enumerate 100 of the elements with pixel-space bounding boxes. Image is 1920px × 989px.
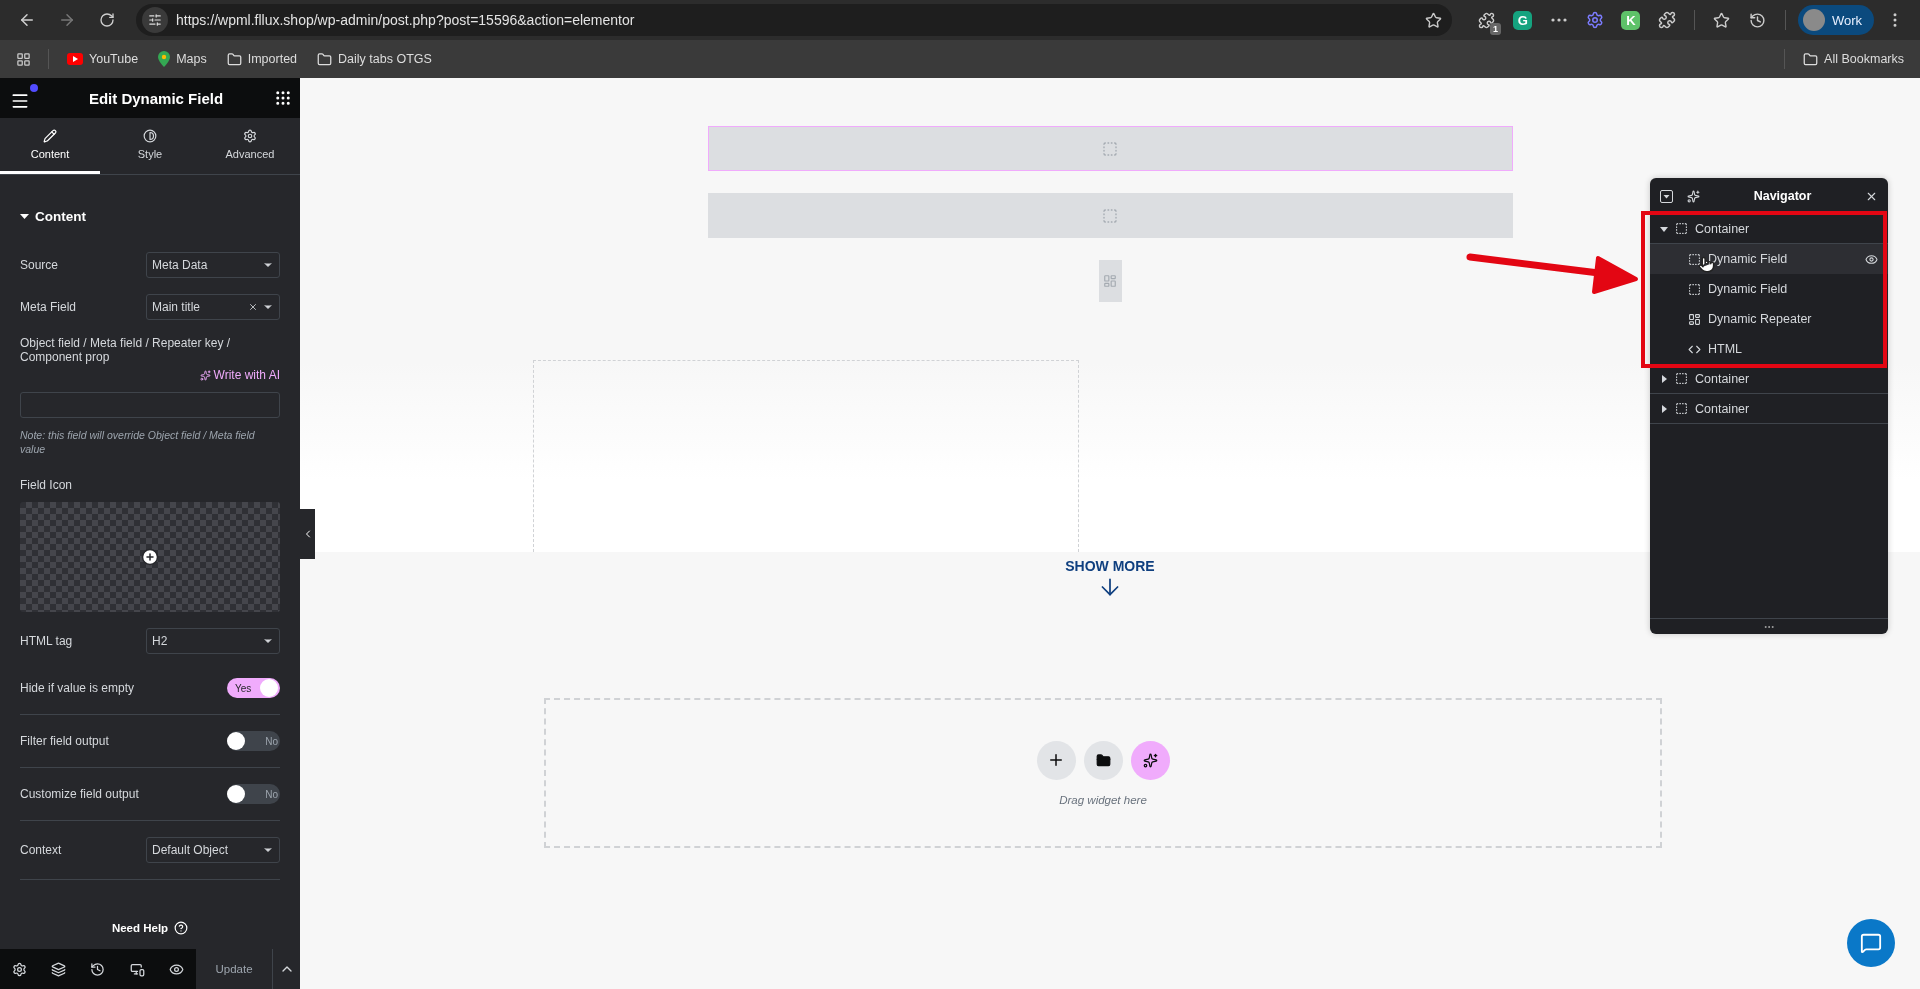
map-pin-icon	[158, 51, 171, 67]
caret-down-icon[interactable]	[1660, 224, 1668, 233]
widget-icon	[1102, 140, 1118, 157]
widgets-grid-icon[interactable]	[274, 89, 292, 107]
section-header[interactable]: Content	[20, 209, 280, 224]
navigator-item[interactable]: Container	[1650, 364, 1888, 394]
extension-logo: G	[1513, 10, 1533, 30]
toggle-switch[interactable]: No	[227, 731, 280, 752]
add-section-button[interactable]	[1036, 740, 1076, 780]
avatar	[1802, 9, 1825, 31]
field-label: Object field / Meta field / Repeater key / Component prop	[20, 336, 232, 364]
write-with-ai-link[interactable]: Write with AI	[199, 368, 280, 382]
gear-icon	[243, 129, 257, 143]
select-field[interactable]: Default Object	[146, 837, 280, 864]
gear-icon	[1585, 11, 1604, 29]
chat-button[interactable]	[1847, 919, 1895, 967]
template-library-button[interactable]	[1083, 740, 1123, 780]
extension-badge: 1	[1489, 23, 1501, 35]
dots-icon	[1550, 18, 1567, 22]
panel-tab[interactable]: Style	[100, 118, 200, 174]
extension-logo: K	[1621, 10, 1641, 30]
navigator-item[interactable]: Container	[1650, 394, 1888, 424]
apps-icon[interactable]	[15, 51, 31, 67]
need-help-link[interactable]: Need Help	[111, 921, 189, 935]
sparkle-icon	[1142, 752, 1158, 768]
reload-icon[interactable]	[99, 12, 115, 28]
panel-tab[interactable]: Content	[0, 118, 100, 174]
help-icon	[174, 921, 189, 935]
show-more-link[interactable]: SHOW MORE	[1065, 558, 1155, 574]
navigator-item[interactable]: Dynamic Repeater	[1650, 304, 1888, 334]
widget-icon	[1102, 207, 1118, 224]
star-icon[interactable]	[1424, 11, 1442, 29]
navigator-item-label: HTML	[1708, 342, 1744, 356]
folder-icon	[1803, 51, 1819, 67]
menu-icon	[10, 91, 30, 111]
drop-hint: Drag widget here	[1059, 793, 1147, 806]
container-icon	[1675, 402, 1688, 415]
bookmark[interactable]: YouTube	[59, 48, 147, 70]
bookmark[interactable]: Maps	[150, 47, 215, 71]
navigator-item-label: Container	[1695, 221, 1751, 236]
container-icon	[1675, 372, 1688, 385]
extension-button[interactable]: 1	[1471, 5, 1502, 35]
toggle-switch[interactable]: No	[227, 784, 280, 805]
bookmark[interactable]: Imported	[218, 47, 306, 71]
forward-icon[interactable]	[58, 11, 76, 29]
navigator-item[interactable]: Dynamic Field	[1650, 274, 1888, 304]
eye-icon[interactable]	[168, 961, 184, 977]
navigator-item[interactable]: HTML	[1650, 334, 1888, 364]
grid-icon	[1688, 312, 1701, 326]
sparkle-icon[interactable]	[1687, 189, 1700, 203]
navigator-title: Navigator	[1752, 189, 1813, 203]
navigator-item-label: Container	[1695, 371, 1751, 386]
widget-icon	[1688, 252, 1701, 266]
plus-icon	[1047, 751, 1065, 769]
sparkle-icon	[199, 369, 211, 381]
caret-right-icon[interactable]	[1660, 374, 1668, 383]
navigator-item-label: Dynamic Repeater	[1708, 312, 1813, 326]
add-icon	[141, 548, 159, 567]
address-bar[interactable]: https://wpml.fllux.shop/wp-admin/post.php?post=15596&action=elementor	[136, 4, 1452, 36]
widget-icon	[1688, 282, 1701, 296]
history-icon[interactable]	[90, 961, 106, 977]
panel-title: Edit Dynamic Field	[88, 89, 224, 107]
navigator-item[interactable]: Dynamic Field	[1650, 244, 1888, 274]
eye-icon[interactable]	[1865, 252, 1878, 266]
field-label: Source	[20, 258, 59, 272]
site-info-button[interactable]	[142, 7, 168, 33]
select-field[interactable]: Meta Data	[146, 252, 280, 278]
pencil-icon	[43, 129, 57, 143]
select-field[interactable]: Main title	[146, 294, 280, 320]
clear-icon[interactable]	[248, 302, 258, 312]
select-field[interactable]: H2	[146, 628, 280, 655]
collapse-icon[interactable]	[1660, 189, 1673, 203]
folder-icon	[317, 51, 333, 67]
navigator-item-label: Dynamic Field	[1708, 252, 1789, 266]
field-label: Context	[20, 843, 62, 858]
responsive-icon[interactable]	[129, 961, 145, 977]
field-label: Meta Field	[20, 300, 77, 314]
sliders-icon	[148, 13, 162, 27]
drop-area[interactable]: Drag widget here	[544, 698, 1662, 848]
caret-right-icon[interactable]	[1660, 404, 1668, 413]
navigator-item-label: Container	[1695, 401, 1751, 416]
star-icon[interactable]	[1713, 11, 1731, 29]
notification-dot	[30, 84, 38, 92]
layers-icon[interactable]	[51, 961, 67, 977]
ai-button[interactable]	[1130, 740, 1170, 780]
panel-tab[interactable]: Advanced	[200, 118, 300, 174]
container-icon	[1675, 222, 1688, 235]
history-icon[interactable]	[1749, 11, 1767, 29]
all-bookmarks[interactable]: All Bookmarks	[1795, 47, 1912, 71]
play-icon	[67, 53, 83, 65]
grid-icon	[1103, 274, 1117, 288]
field-note: Note: this field will override Object field / Meta field value	[20, 428, 256, 457]
bookmark[interactable]: Daily tabs OTGS	[309, 47, 440, 71]
puzzle-icon	[1657, 11, 1676, 29]
navigator-item-label: Dynamic Field	[1708, 282, 1789, 296]
back-icon[interactable]	[18, 11, 36, 29]
input-field[interactable]	[20, 392, 280, 418]
profile-button[interactable]: Work	[1797, 5, 1874, 35]
toggle-switch[interactable]: Yes	[227, 678, 280, 699]
settings-icon[interactable]	[12, 961, 28, 977]
